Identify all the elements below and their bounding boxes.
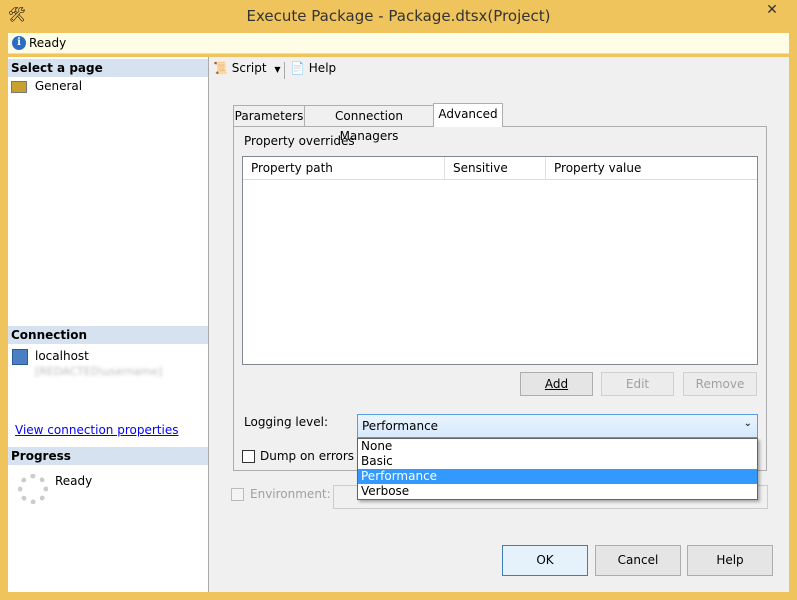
option-basic[interactable]: Basic xyxy=(358,454,757,469)
remove-button[interactable]: Remove xyxy=(683,372,757,396)
add-label: Add xyxy=(544,377,569,391)
environment-checkbox[interactable] xyxy=(231,488,244,501)
toolbar-separator xyxy=(284,62,285,79)
dropdown-arrow-icon: ▼ xyxy=(274,65,281,74)
connection-header: Connection xyxy=(8,326,208,344)
chevron-down-icon: ⌄ xyxy=(743,418,752,429)
close-button[interactable]: ✕ xyxy=(752,0,792,22)
property-overrides-grid[interactable]: Property path Sensitive Property value xyxy=(242,156,758,365)
window-title: Execute Package - Package.dtsx(Project) xyxy=(246,7,551,25)
progress-spinner-icon xyxy=(18,474,48,504)
help-label: Help xyxy=(308,61,337,75)
progress-header: Progress xyxy=(8,447,208,465)
script-icon: 📜 xyxy=(213,61,228,75)
tab-connection-managers[interactable]: Connection Managers xyxy=(304,105,434,143)
option-none[interactable]: None xyxy=(358,439,757,454)
dump-on-errors-label: Dump on errors xyxy=(260,449,355,463)
status-text: Ready xyxy=(29,36,67,50)
logging-level-options: None Basic Performance Verbose xyxy=(357,438,758,500)
cancel-button[interactable]: Cancel xyxy=(595,545,681,576)
help-button[interactable]: Help xyxy=(687,545,773,576)
script-button[interactable]: 📜 Script ▼ xyxy=(213,61,281,75)
logging-level-value: Performance xyxy=(362,419,439,433)
tab-parameters[interactable]: Parameters xyxy=(233,105,305,127)
edit-button[interactable]: Edit xyxy=(601,372,674,396)
general-page-icon xyxy=(11,80,27,93)
page-item-general[interactable]: General xyxy=(11,79,211,93)
page-item-label: General xyxy=(34,79,83,93)
server-icon xyxy=(12,349,28,365)
left-panel: Select a page General Connection localho… xyxy=(8,57,209,592)
script-label: Script xyxy=(231,61,267,75)
view-connection-properties-link[interactable]: View connection properties xyxy=(15,423,178,437)
progress-status: Ready xyxy=(55,474,93,488)
status-bar: i Ready xyxy=(8,33,789,54)
property-overrides-label: Property overrides xyxy=(244,134,355,148)
column-property-path[interactable]: Property path xyxy=(251,161,333,175)
add-button[interactable]: Add xyxy=(520,372,593,396)
column-sensitive[interactable]: Sensitive xyxy=(444,157,516,180)
logging-level-dropdown[interactable]: Performance ⌄ xyxy=(357,414,758,438)
logging-level-label: Logging level: xyxy=(244,415,328,429)
ok-button[interactable]: OK xyxy=(502,545,588,576)
option-verbose[interactable]: Verbose xyxy=(358,484,757,499)
grid-header: Property path Sensitive Property value xyxy=(243,157,757,180)
column-property-value[interactable]: Property value xyxy=(545,157,649,180)
dump-on-errors-checkbox[interactable] xyxy=(242,450,255,463)
help-icon: 📄 xyxy=(290,61,305,75)
select-page-header: Select a page xyxy=(8,59,208,77)
tab-advanced[interactable]: Advanced xyxy=(433,103,503,127)
user-name: [REDACTED\username] xyxy=(35,365,163,378)
environment-label: Environment: xyxy=(250,487,331,501)
option-performance[interactable]: Performance xyxy=(358,469,757,484)
info-icon: i xyxy=(12,36,26,50)
help-toolbar-button[interactable]: 📄 Help xyxy=(290,61,336,75)
server-name: localhost xyxy=(35,349,89,363)
